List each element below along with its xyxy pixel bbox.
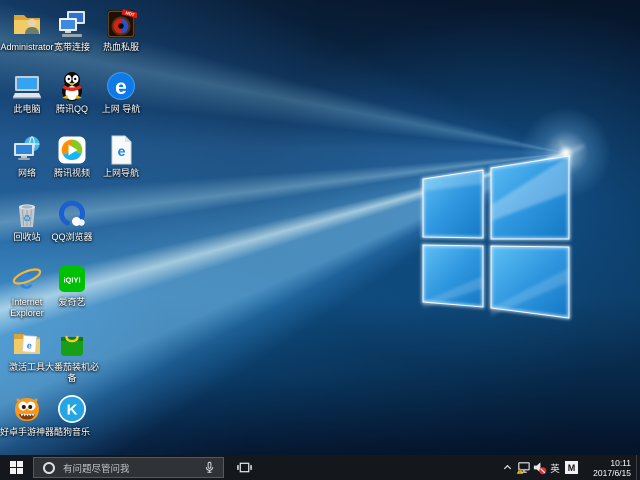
clock-date: 2017/6/15 xyxy=(580,468,631,478)
chevron-up-icon xyxy=(502,462,513,473)
windows-desktop: Administrator 宽带连接 HOT 热血私服 此电脑 xyxy=(0,0,640,480)
network-tray-icon[interactable] xyxy=(515,455,531,480)
taskbar: 有问题尽管问我 xyxy=(0,455,640,480)
game-gem-icon: HOT xyxy=(105,8,137,40)
icon-label: 酷狗音乐 xyxy=(45,427,99,438)
k-glyph: K xyxy=(67,402,78,419)
cortana-icon xyxy=(43,462,55,474)
desktop-icon-hot-game[interactable]: HOT 热血私服 xyxy=(94,8,148,53)
network-globe-icon xyxy=(11,134,43,166)
icon-label: 上网 导航 xyxy=(94,104,148,115)
icon-label: 上网导航 xyxy=(94,168,148,179)
desktop-icon-qq[interactable]: 腾讯QQ xyxy=(45,70,99,115)
desktop-icon-tomato-store[interactable]: 大番茄装机必备 xyxy=(45,328,99,384)
blue-e-circle-icon: e xyxy=(105,70,137,102)
desktop-icon-tencent-video[interactable]: 腾讯视频 xyxy=(45,134,99,179)
icon-label: 爱奇艺 xyxy=(45,297,99,308)
desktop-icon-web-nav-doc[interactable]: e 上网导航 xyxy=(94,134,148,179)
qq-penguin-icon xyxy=(56,70,88,102)
e-glyph: e xyxy=(27,340,33,350)
computer-icon xyxy=(11,70,43,102)
kugou-k-icon: K xyxy=(56,393,88,425)
dual-monitor-icon xyxy=(56,8,88,40)
network-warning-icon xyxy=(516,460,531,475)
search-box[interactable]: 有问题尽管问我 xyxy=(33,457,224,478)
e-glyph: e xyxy=(115,76,127,99)
desktop-icon-kugou[interactable]: K 酷狗音乐 xyxy=(45,393,99,438)
clock[interactable]: 10:11 2017/6/15 xyxy=(580,458,636,478)
document-e-icon: e xyxy=(105,134,137,166)
e-glyph: e xyxy=(118,143,126,159)
icon-label: QQ浏览器 xyxy=(45,232,99,243)
desktop-icon-web-nav[interactable]: e 上网 导航 xyxy=(94,70,148,115)
show-hidden-icons-button[interactable] xyxy=(500,455,515,480)
task-view-button[interactable] xyxy=(231,455,257,480)
volume-muted-icon xyxy=(532,460,547,475)
ime-mode-indicator[interactable]: M xyxy=(563,455,580,480)
desktop-icon-iqiyi[interactable]: iQIYI 爱奇艺 xyxy=(45,263,99,308)
user-folder-icon xyxy=(11,8,43,40)
start-button[interactable] xyxy=(0,455,33,480)
ie-icon: e xyxy=(11,263,43,295)
recycle-glyph: ♻ xyxy=(23,214,32,225)
icon-label: 热血私服 xyxy=(94,42,148,53)
folder-document-icon: e xyxy=(11,328,43,360)
ime-mode-icon: M xyxy=(565,461,578,474)
icon-label: 腾讯视频 xyxy=(45,168,99,179)
iqiyi-icon: iQIYI xyxy=(56,263,88,295)
recycle-bin-icon: ♻ xyxy=(11,198,43,230)
clock-time: 10:11 xyxy=(580,458,631,468)
q-swirl-icon xyxy=(56,198,88,230)
ime-language-indicator[interactable]: 英 xyxy=(547,455,563,480)
monster-icon xyxy=(11,393,43,425)
icon-label: 大番茄装机必备 xyxy=(45,362,99,384)
icon-label: 宽带连接 xyxy=(45,42,99,53)
iqiyi-wordmark: iQIYI xyxy=(63,276,80,285)
microphone-icon[interactable] xyxy=(203,460,216,475)
desktop-icon-broadband[interactable]: 宽带连接 xyxy=(45,8,99,53)
volume-tray-icon[interactable] xyxy=(531,455,547,480)
icon-label: 腾讯QQ xyxy=(45,104,99,115)
task-view-icon xyxy=(237,460,252,475)
shopping-bag-icon xyxy=(56,328,88,360)
desktop-icon-qq-browser[interactable]: QQ浏览器 xyxy=(45,198,99,243)
play-circle-icon xyxy=(56,134,88,166)
search-placeholder: 有问题尽管问我 xyxy=(63,461,130,475)
windows-flag-icon xyxy=(10,461,22,473)
show-desktop-button[interactable] xyxy=(636,455,640,480)
